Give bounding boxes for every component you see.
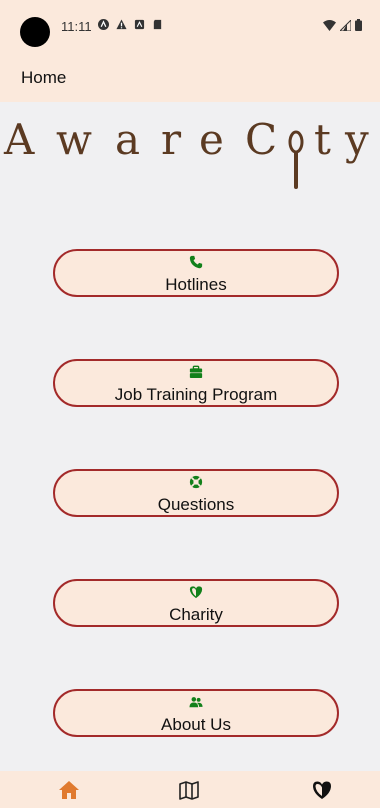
job-training-button[interactable]: Job Training Program	[53, 359, 339, 407]
svg-text:e: e	[199, 115, 224, 164]
about-us-button[interactable]: About Us	[53, 689, 339, 737]
home-icon[interactable]	[58, 779, 80, 801]
charity-button[interactable]: Charity	[53, 579, 339, 627]
status-bar: 11:11	[0, 0, 380, 56]
charity-label: Charity	[169, 605, 223, 624]
heart-shield-icon	[189, 586, 203, 599]
bottom-navigation	[0, 771, 380, 808]
app-bar: Home	[0, 56, 380, 102]
signal-icon	[340, 19, 351, 31]
status-right-icons	[323, 19, 362, 31]
svg-text:C: C	[245, 115, 277, 164]
status-icons	[98, 19, 163, 30]
page-title: Home	[21, 68, 67, 87]
questions-button[interactable]: Questions	[53, 469, 339, 517]
users-icon	[189, 697, 203, 708]
battery-icon	[355, 19, 362, 31]
logo-wordmark: A w a r e C t y	[3, 115, 369, 189]
svg-text:y: y	[344, 115, 369, 164]
notification-icon	[134, 19, 145, 30]
svg-text:w: w	[56, 115, 92, 164]
svg-text:a: a	[115, 115, 140, 164]
briefcase-icon	[189, 365, 203, 378]
phone-icon	[189, 255, 203, 269]
svg-text:A: A	[3, 115, 35, 164]
hotlines-label: Hotlines	[165, 275, 227, 294]
hotlines-button[interactable]: Hotlines	[53, 249, 339, 297]
sd-card-icon	[153, 19, 162, 30]
camera-cutout	[20, 17, 50, 47]
map-icon[interactable]	[178, 779, 200, 801]
status-time: 11:11	[61, 19, 92, 34]
heart-shield-icon[interactable]	[311, 779, 333, 801]
svg-text:t: t	[314, 115, 331, 164]
wifi-icon	[323, 19, 336, 31]
job-training-label: Job Training Program	[114, 385, 278, 404]
svg-text:r: r	[161, 115, 182, 164]
about-us-label: About Us	[161, 715, 231, 734]
lifebuoy-icon	[189, 475, 203, 489]
warning-icon	[116, 19, 127, 30]
questions-label: Questions	[157, 495, 235, 514]
app-logo: A w a r e C t y	[0, 112, 380, 194]
app-icon	[98, 19, 109, 30]
